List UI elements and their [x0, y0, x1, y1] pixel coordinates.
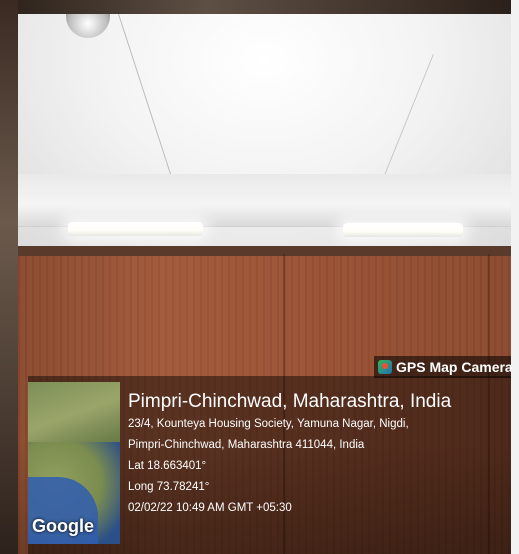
- tube-light: [68, 222, 203, 236]
- tube-light: [343, 223, 463, 237]
- map-provider-logo: Google: [32, 516, 94, 536]
- longitude: Long 73.78241°: [128, 481, 210, 493]
- badge-label: GPS Map Camera: [396, 359, 511, 375]
- ceiling-ledge: [18, 174, 511, 227]
- address-line: Pimpri-Chinchwad, Maharashtra 411044, In…: [128, 439, 365, 451]
- gps-map-camera-badge: GPS Map Camera: [374, 356, 511, 378]
- latitude: Lat 18.663401°: [128, 460, 207, 472]
- location-info: Pimpri-Chinchwad, Maharashtra, India 23/…: [128, 390, 506, 519]
- wall-trim: [18, 246, 511, 256]
- timestamp: 02/02/22 10:49 AM GMT +05:30: [128, 502, 292, 514]
- photo-border-left: [0, 0, 18, 554]
- photo-border-right: [511, 0, 519, 554]
- address-line: 23/4, Kounteya Housing Society, Yamuna N…: [128, 418, 409, 430]
- room-photo: GPS Map Camera Google Pimpri-Chinchwad, …: [18, 14, 511, 554]
- place-title: Pimpri-Chinchwad, Maharashtra, India: [128, 391, 452, 412]
- photo-border-top: [0, 0, 519, 14]
- gps-map-camera-icon: [378, 360, 392, 374]
